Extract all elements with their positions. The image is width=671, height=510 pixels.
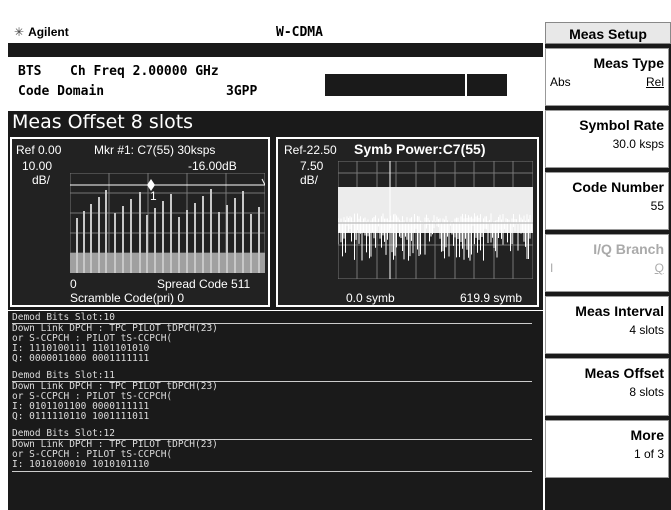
code-power-bar xyxy=(250,214,252,273)
demod-header: Demod Bits Slot:12 xyxy=(12,428,115,439)
softkey-label: Code Number xyxy=(572,179,664,195)
code-power-bar xyxy=(202,196,204,273)
code-power-bar xyxy=(146,215,148,273)
info-mode-label: BTS xyxy=(18,64,42,79)
marker-level: -16.00dB xyxy=(188,159,237,173)
symbol-rate-softkey[interactable]: Symbol Rate 30.0 ksps xyxy=(545,110,669,168)
message-bar xyxy=(8,43,543,57)
code-domain-graph[interactable] xyxy=(70,173,265,273)
demod-i-bits: I: 1010100010 1010101110 xyxy=(12,459,150,470)
scramble-code: Scramble Code(pri) 0 xyxy=(70,291,185,305)
softkey-option-right: Q xyxy=(654,261,664,275)
more-softkey[interactable]: More 1 of 3 xyxy=(545,420,669,478)
mode-label: W-CDMA xyxy=(276,25,323,40)
softkey-label: More xyxy=(630,427,664,443)
right-x-end: 619.9 symb xyxy=(460,291,523,305)
status-indicator xyxy=(325,74,465,96)
status-bar xyxy=(8,492,543,510)
meas-offset-title: Meas Offset 8 slots xyxy=(12,111,194,133)
softkey-option-right: Rel xyxy=(645,75,664,89)
left-scale: 10.00 xyxy=(22,159,53,173)
softkey-menu: Meas Setup Meas Type Abs Rel Symbol Rate… xyxy=(545,22,671,510)
left-x-start: 0 xyxy=(70,277,77,291)
code-power-bar xyxy=(122,206,124,273)
divider xyxy=(12,471,532,472)
code-power-bar xyxy=(226,205,228,273)
softkey-label: Meas Type xyxy=(593,55,664,71)
status-indicator-2 xyxy=(467,74,507,96)
code-power-bar xyxy=(242,191,244,273)
code-power-bar xyxy=(83,211,85,273)
trace-panels: Ref 0.00 Mkr #1: C7(55) 30ksps 10.00 dB/… xyxy=(8,135,543,310)
code-power-bar xyxy=(139,192,141,273)
code-power-bar xyxy=(76,218,78,273)
code-power-bar xyxy=(178,217,180,273)
softkey-option-left: I xyxy=(550,261,554,275)
right-ref-level: Ref-22.50 xyxy=(284,143,337,157)
code-power-bar xyxy=(218,212,220,273)
right-scale-unit: dB/ xyxy=(300,173,319,187)
marker-number: 1 xyxy=(150,189,157,203)
symbol-power-panel: Ref-22.50 Symb Power:C7(55) 7.50 dB/ 0.0… xyxy=(276,137,539,307)
softkey-value: 4 slots xyxy=(629,323,664,337)
code-power-bar xyxy=(98,197,100,273)
code-power-bar xyxy=(105,190,107,273)
code-domain-panel: Ref 0.00 Mkr #1: C7(55) 30ksps 10.00 dB/… xyxy=(10,137,270,307)
right-scale: 7.50 xyxy=(300,159,324,173)
code-number-softkey[interactable]: Code Number 55 xyxy=(545,172,669,230)
left-scale-unit: dB/ xyxy=(32,173,51,187)
softkey-value: 30.0 ksps xyxy=(612,137,664,151)
code-power-bar xyxy=(258,207,260,273)
softkey-value: 1 of 3 xyxy=(633,447,664,461)
menu-title: Meas Setup xyxy=(545,22,671,44)
softkey-label: Symbol Rate xyxy=(579,117,664,133)
demod-header: Demod Bits Slot:11 xyxy=(12,370,115,381)
meas-interval-softkey[interactable]: Meas Interval 4 slots xyxy=(545,296,669,354)
meas-type-softkey[interactable]: Meas Type Abs Rel xyxy=(545,48,669,106)
marker-readout: Mkr #1: C7(55) 30ksps xyxy=(94,143,216,157)
iq-branch-softkey[interactable]: I/Q Branch I Q xyxy=(545,234,669,292)
softkey-label: Meas Interval xyxy=(575,303,664,319)
demod-bits-table: Demod Bits Slot:10 Down Link DPCH : TPC … xyxy=(8,311,543,492)
info-measurement: Code Domain xyxy=(18,84,105,99)
softkey-value: 8 slots xyxy=(629,385,664,399)
code-power-bar xyxy=(154,208,156,273)
analyzer-screen: ✳ Agilent W-CDMA BTS Ch Freq 2.00000 GHz … xyxy=(8,22,543,510)
agilent-star-icon: ✳ xyxy=(14,25,25,39)
offset-title-bar: Meas Offset 8 slots xyxy=(8,111,543,135)
right-x-start: 0.0 symb xyxy=(346,291,395,305)
symbol-power-graph[interactable] xyxy=(338,161,533,279)
meas-offset-softkey[interactable]: Meas Offset 8 slots xyxy=(545,358,669,416)
code-power-bar xyxy=(162,201,164,273)
softkey-value: 55 xyxy=(650,199,664,213)
softkey-option-left: Abs xyxy=(550,75,571,89)
info-standard: 3GPP xyxy=(226,84,258,99)
code-power-bar xyxy=(90,204,92,273)
left-x-label: Spread Code 511 xyxy=(157,277,251,291)
code-power-bar xyxy=(130,199,132,273)
brand-name: Agilent xyxy=(28,25,69,39)
code-power-bar xyxy=(234,198,236,273)
code-power-bar xyxy=(114,213,116,273)
brand-logo: ✳ Agilent xyxy=(14,25,69,39)
info-channel-freq: Ch Freq 2.00000 GHz xyxy=(70,64,219,79)
demod-q-bits: Q: 0000011000 0001111111 xyxy=(12,353,150,364)
softkey-label: Meas Offset xyxy=(584,365,664,381)
softkey-label: I/Q Branch xyxy=(593,241,664,257)
code-power-bar xyxy=(210,189,212,273)
code-power-bar xyxy=(170,194,172,273)
demod-header: Demod Bits Slot:10 xyxy=(12,312,115,323)
symbol-power-title: Symb Power:C7(55) xyxy=(354,141,486,157)
code-power-bar xyxy=(194,203,196,273)
demod-q-bits: Q: 0111110110 1001111011 xyxy=(12,411,150,422)
title-bar: ✳ Agilent W-CDMA xyxy=(8,22,543,42)
left-ref-level: Ref 0.00 xyxy=(16,143,62,157)
code-power-bar xyxy=(186,210,188,273)
